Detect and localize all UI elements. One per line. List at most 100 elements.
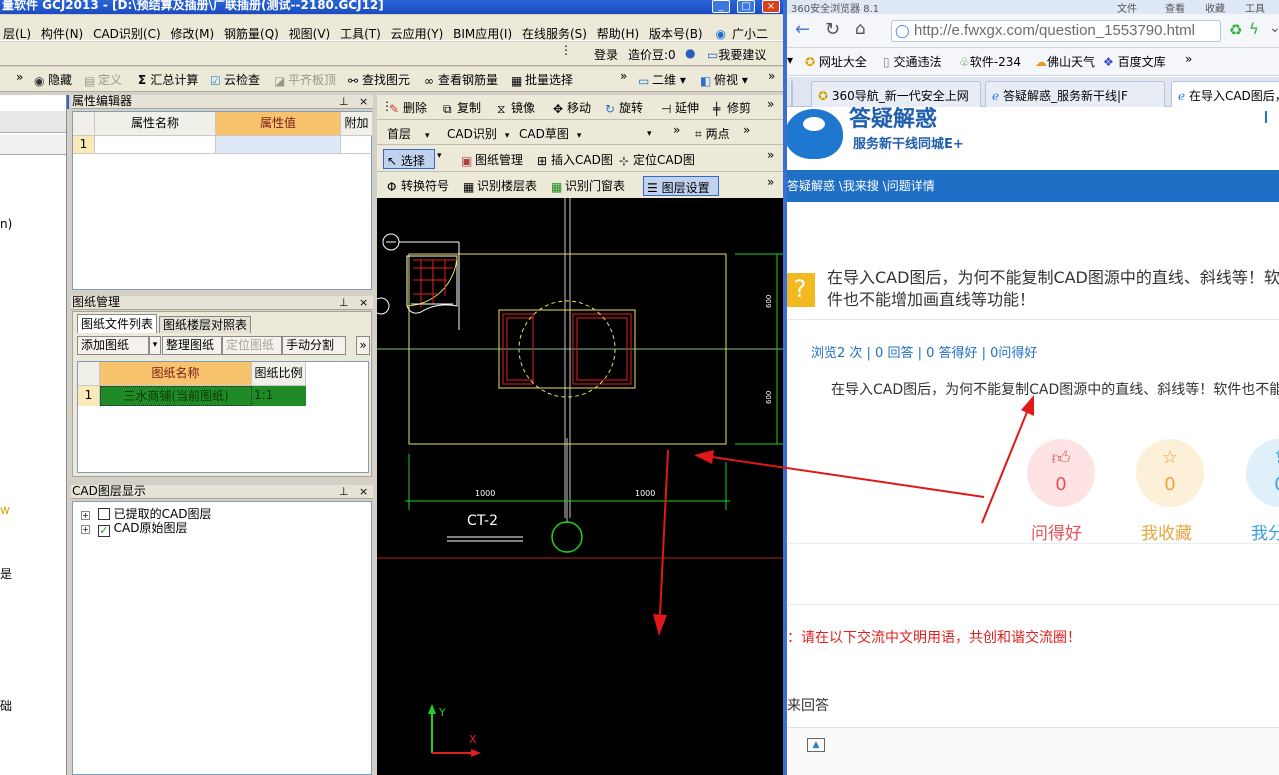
toolbar-overflow[interactable]: » (767, 97, 774, 111)
layer-item-original[interactable]: + ✓ CAD原始图层 (81, 519, 188, 537)
fav-traffic[interactable]: ▯ 交通违法 (883, 53, 941, 70)
answer-editor[interactable]: ▲ (787, 727, 1279, 775)
fav-software[interactable]: ♧软件-234 (959, 53, 1021, 70)
view-top-dropdown[interactable]: ◧ 俯视 ▾ (700, 71, 748, 88)
maximize-button[interactable]: □ (737, 0, 755, 13)
toolbar-overflow[interactable]: » (767, 175, 774, 189)
close-icon[interactable]: × (359, 485, 368, 498)
close-icon[interactable]: × (359, 296, 368, 309)
blank-select[interactable]: ▾ (589, 125, 659, 139)
menu-rebar[interactable]: 钢筋量(Q) (221, 20, 282, 42)
tab-current-question[interactable]: ℯ 在导入CAD图后， (1171, 81, 1279, 107)
convert-symbol-button[interactable]: Φ 转换符号 (387, 177, 449, 194)
drawing-mgmt-button[interactable]: ▣ 图纸管理 (461, 151, 523, 168)
locate-drawing-button[interactable]: 定位图纸 (222, 336, 282, 355)
fav-site-directory[interactable]: ✪ 网址大全 (805, 53, 867, 70)
menu-component[interactable]: 构件(N) (38, 20, 86, 42)
select-dropdown[interactable]: ▾ (437, 151, 442, 161)
manual-split-button[interactable]: 手动分割 (282, 336, 346, 355)
menu-view[interactable]: 视图(V) (286, 20, 334, 42)
sum-calc-button[interactable]: Σ 汇总计算 (138, 71, 198, 88)
mirror-button[interactable]: ⧖ 镜像 (497, 99, 535, 116)
fav-baidu-wenku[interactable]: ❖ 百度文库 (1103, 53, 1166, 70)
ask-good-label[interactable]: 问得好 (1031, 519, 1082, 544)
cloud-check-button[interactable]: ☑ 云检查 (210, 71, 260, 88)
batch-select-button[interactable]: ▦ 批量选择 (511, 71, 573, 88)
checkbox-checked[interactable]: ✓ (97, 525, 110, 537)
ask-good-button[interactable]: 👍︎ 0 (1027, 439, 1095, 507)
insert-cad-button[interactable]: ⊞ 插入CAD图 (537, 151, 613, 168)
cad-draft-select[interactable]: CAD草图 ▾ (519, 125, 581, 142)
cad-recog-select[interactable]: CAD识别 ▾ (447, 125, 509, 142)
rotate-button[interactable]: ↻ 旋转 (605, 99, 643, 116)
organize-drawing-button[interactable]: 整理图纸 (162, 336, 222, 355)
toolbar-overflow[interactable]: » (673, 123, 680, 137)
close-button[interactable]: × (762, 0, 780, 13)
bell-icon[interactable]: ● (685, 46, 695, 60)
menu-favorites[interactable]: 收藏 (1205, 0, 1225, 14)
tree-node-text[interactable]: w (0, 503, 10, 517)
toolbar-overflow-3[interactable]: » (768, 69, 775, 83)
view-rebar-button[interactable]: ∞ 查看钢筋量 (424, 71, 498, 88)
back-icon[interactable]: ← (795, 19, 810, 40)
drawing-row-scale[interactable]: 1:1 (252, 386, 306, 406)
menu-cloud[interactable]: 云应用(Y) (388, 20, 447, 42)
share-button[interactable]: ⇪ 0 (1246, 439, 1279, 507)
fav-weather[interactable]: ☁佛山天气 (1035, 53, 1095, 70)
define-button[interactable]: ▤ 定义 (84, 71, 122, 88)
attr-value-cell[interactable] (216, 136, 341, 154)
favorites-more[interactable]: » (1185, 52, 1192, 66)
favorite-label[interactable]: 我收藏 (1141, 519, 1192, 544)
add-drawing-dropdown[interactable]: ▾ (149, 336, 161, 355)
attr-name-cell[interactable] (95, 136, 216, 154)
menu-bim[interactable]: BIM应用(I) (450, 20, 515, 42)
tree-node-text[interactable]: 是 (0, 565, 12, 582)
extend-button[interactable]: ⊣ 延伸 (661, 99, 699, 116)
share-label[interactable]: 我分享 (1251, 519, 1279, 544)
favorite-button[interactable]: ☆ 0 (1136, 439, 1204, 507)
menu-online-service[interactable]: 在线服务(S) (519, 20, 590, 42)
level-slab-button[interactable]: ◪ 平齐板顶 (274, 71, 336, 88)
floor-select[interactable]: 首层 ▾ (387, 125, 430, 142)
refresh-icon[interactable]: ↻ (825, 19, 840, 40)
menu-view[interactable]: 查看 (1165, 0, 1185, 14)
pin-icon[interactable]: ⊥ (339, 296, 349, 309)
menu-tools[interactable]: 工具 (1245, 0, 1265, 14)
menu-cad-recognition[interactable]: CAD识别(C) (90, 20, 164, 42)
menu-guangxiaoer[interactable]: ◉ 广小二 (709, 15, 774, 42)
two-points-button[interactable]: ⌗ 两点 (695, 125, 730, 142)
toolbar-overflow[interactable]: » (767, 148, 774, 162)
locate-cad-button[interactable]: ⊹ 定位CAD图 (619, 151, 695, 168)
tab-dayi[interactable]: ℯ 答疑解惑_服务新干线|F (985, 81, 1165, 107)
lightning-icon[interactable]: ϟ (1249, 20, 1259, 38)
hide-button[interactable]: ◉ 隐藏 (34, 71, 72, 88)
menu-modify[interactable]: 修改(M) (167, 20, 217, 42)
pin-icon[interactable]: ⊥ (339, 485, 349, 498)
delete-button[interactable]: ✎ 删除 (389, 99, 427, 116)
menu-layer[interactable]: 层(L) (0, 20, 34, 42)
menu-file[interactable]: 文件 (1117, 0, 1137, 14)
pin-icon[interactable]: ⊥ (339, 95, 349, 108)
tab-floor-mapping[interactable]: 图纸楼层对照表 (159, 316, 251, 333)
login-link[interactable]: 登录 (594, 46, 618, 63)
toolbar-overflow[interactable]: » (16, 70, 23, 84)
favorites-arrow[interactable]: ▾ (787, 53, 793, 67)
more-button[interactable]: » (356, 336, 370, 355)
view-2d-dropdown[interactable]: ▭ 二维 ▾ (638, 71, 686, 88)
tree-node-text[interactable]: 础 (0, 697, 12, 714)
home-icon[interactable]: ⌂ (855, 19, 866, 39)
move-button[interactable]: ✥ 移动 (553, 99, 591, 116)
close-icon[interactable]: × (359, 95, 368, 108)
minimize-button[interactable]: _ (712, 0, 730, 13)
toolbar-overflow[interactable]: » (743, 123, 750, 137)
menu-tools[interactable]: 工具(T) (337, 20, 384, 42)
select-button[interactable]: ↖ 选择 (383, 149, 435, 169)
suggest-button[interactable]: ▭我要建议 (707, 46, 766, 63)
menu-help[interactable]: 帮助(H) (594, 20, 642, 42)
recog-door-table-button[interactable]: ▦ 识别门窗表 (551, 177, 625, 194)
address-bar[interactable]: ◯ http://e.fwxgx.com/question_1553790.ht… (891, 20, 1221, 42)
toolbar-overflow-2[interactable]: » (620, 69, 627, 83)
tab-drawing-files[interactable]: 图纸文件列表 (77, 314, 157, 333)
recog-floor-table-button[interactable]: ▦ 识别楼层表 (463, 177, 537, 194)
image-icon[interactable]: ▲ (807, 738, 825, 752)
